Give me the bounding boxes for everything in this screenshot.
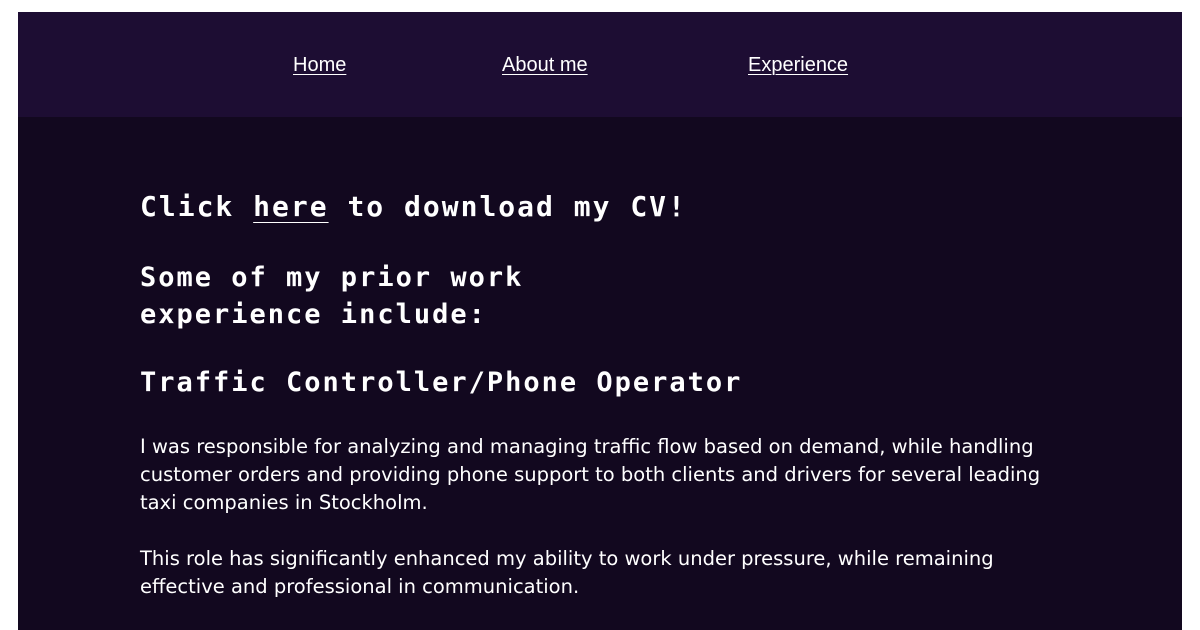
browser-viewport: Home About me Experience Click here to d… [18,12,1182,630]
nav-link-experience[interactable]: Experience [748,54,848,77]
experience-intro-heading: Some of my prior work experience include… [140,262,524,330]
nav-link-home[interactable]: Home [293,54,346,77]
cv-prefix-text: Click [140,190,254,223]
nav-link-about-me[interactable]: About me [502,54,588,77]
job-skills-paragraph: This role has significantly enhanced my … [140,547,994,598]
job-description-paragraph: I was responsible for analyzing and mana… [140,435,1041,514]
cv-suffix-text: to download my CV! [328,190,687,223]
top-navbar: Home About me Experience [18,12,1182,117]
cv-download-line: Click here to download my CV! [140,190,687,223]
job-title: Traffic Controller/Phone Operator [140,367,743,398]
cv-download-link[interactable]: here [253,190,328,223]
